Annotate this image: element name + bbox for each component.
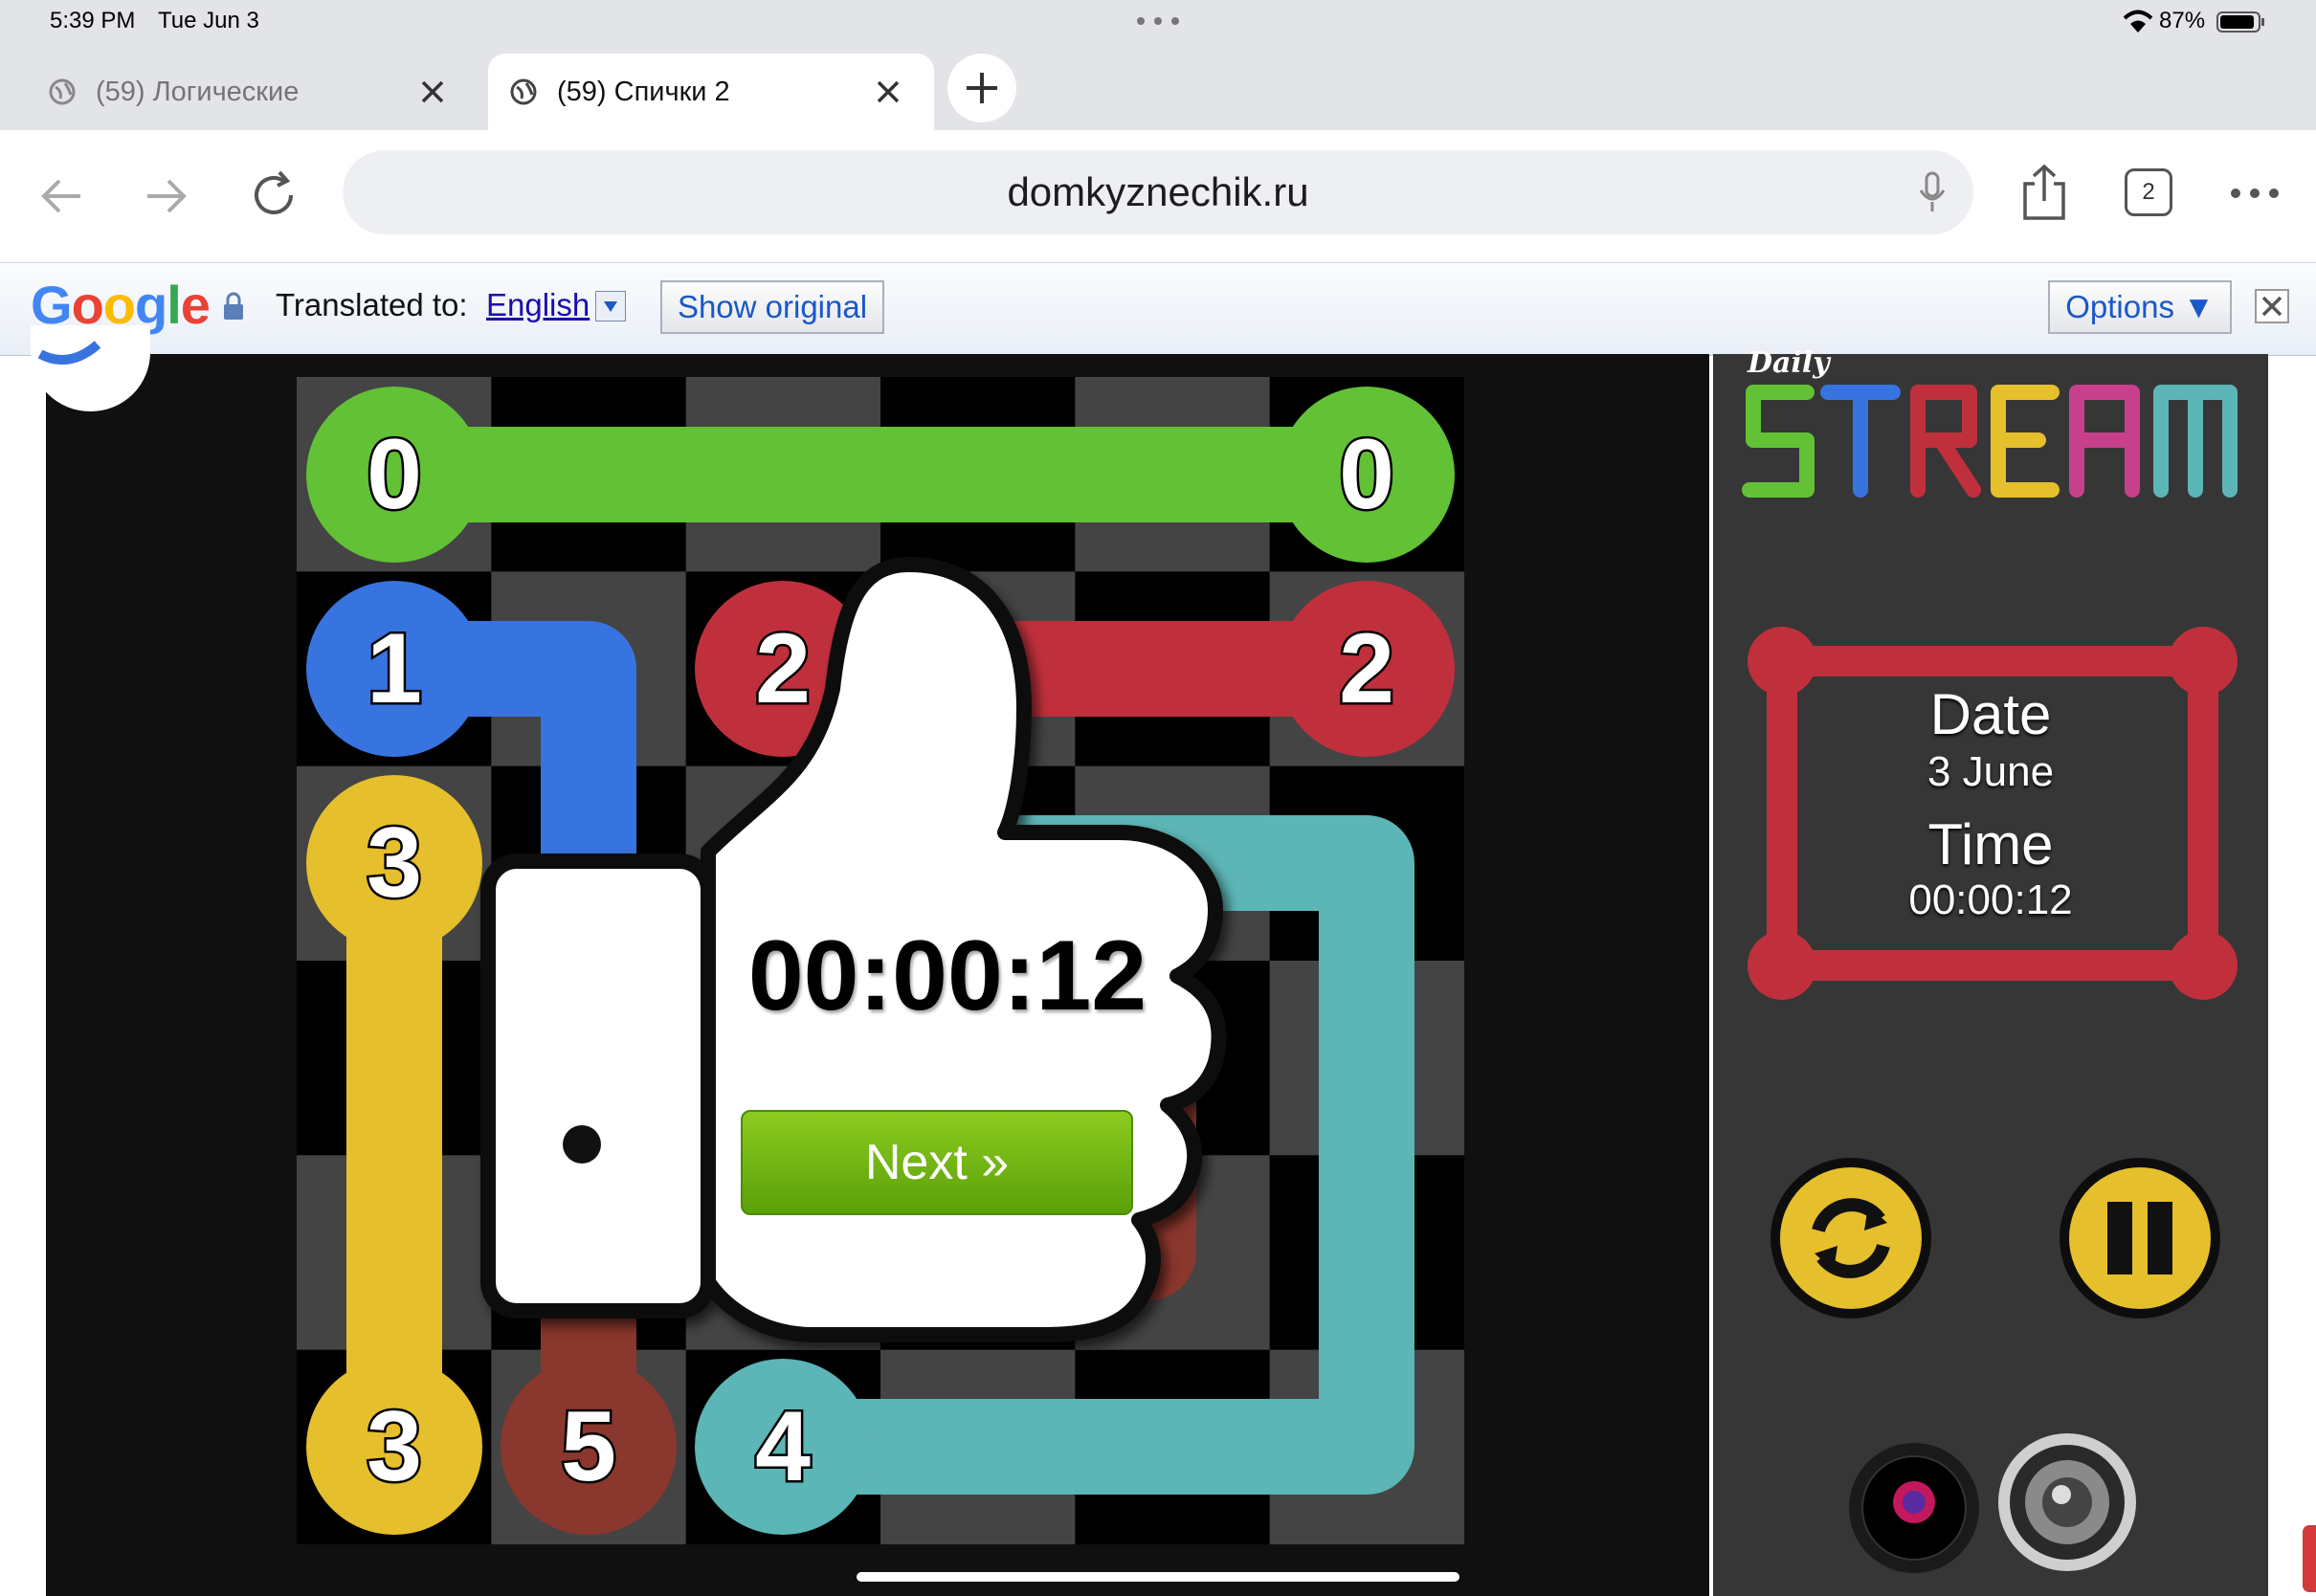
stream-logo: [1740, 379, 2247, 503]
record-icon[interactable]: [1847, 1441, 1981, 1575]
side-tab[interactable]: [2303, 1525, 2316, 1592]
time-label: Time: [1927, 812, 2054, 876]
endpoint-red-right[interactable]: 2: [1279, 581, 1455, 757]
url-text: domkyznechik.ru: [1007, 169, 1309, 214]
status-time: 5:39 PM: [50, 8, 136, 33]
close-translate-icon[interactable]: [2255, 289, 2289, 323]
lock-icon: [222, 291, 245, 321]
logo-daily: Daily: [1748, 346, 1830, 380]
svg-text:1: 1: [367, 613, 422, 724]
tab-spichki[interactable]: (59) Спички 2: [488, 54, 934, 130]
microphone-icon[interactable]: [1918, 169, 1947, 215]
new-tab-button[interactable]: [947, 54, 1016, 122]
more-menu-icon[interactable]: [2226, 184, 2283, 203]
speaker-icon[interactable]: [1996, 1431, 2138, 1573]
battery-percent: 87%: [2159, 8, 2206, 33]
globe-icon: [49, 78, 76, 105]
forward-arrow-icon[interactable]: [140, 172, 193, 220]
show-original-button[interactable]: Show original: [660, 280, 884, 334]
endpoint-teal[interactable]: 4: [695, 1359, 871, 1535]
date-label: Date: [1929, 682, 2052, 746]
home-indicator: [857, 1572, 1459, 1582]
translated-to-label: Translated to:: [276, 287, 468, 322]
multitask-dots-icon[interactable]: [1129, 11, 1187, 31]
options-button[interactable]: Options ▼: [2048, 280, 2232, 334]
svg-text:3: 3: [367, 1391, 422, 1502]
endpoint-green-left[interactable]: 0: [306, 387, 482, 563]
svg-text:2: 2: [1339, 613, 1394, 724]
endpoint-green-right[interactable]: 0: [1279, 387, 1455, 563]
svg-text:5: 5: [561, 1391, 616, 1502]
time-value: 00:00:12: [1908, 876, 2073, 923]
close-tab-icon[interactable]: [871, 75, 905, 109]
svg-text:4: 4: [755, 1391, 811, 1502]
tab-title: (59) Спички 2: [557, 76, 730, 107]
back-arrow-icon[interactable]: [34, 172, 88, 220]
close-tab-icon[interactable]: [415, 75, 450, 109]
svg-text:3: 3: [367, 808, 422, 919]
endpoint-brown[interactable]: 5: [501, 1359, 677, 1535]
svg-text:0: 0: [1339, 419, 1394, 530]
restart-icon[interactable]: [1769, 1156, 1933, 1320]
completion-timer: 00:00:12: [747, 920, 1147, 1031]
next-button[interactable]: Next »: [741, 1110, 1133, 1215]
language-dropdown-icon[interactable]: [595, 291, 626, 321]
tab-title: (59) Логические: [96, 76, 300, 107]
plus-icon: [967, 73, 997, 103]
endpoint-yellow-bottom[interactable]: 3: [306, 1359, 482, 1535]
share-icon[interactable]: [2019, 163, 2069, 222]
status-date: Tue Jun 3: [158, 8, 259, 33]
tab-count-button[interactable]: 2: [2125, 168, 2172, 216]
date-value: 3 June: [1926, 748, 2055, 795]
tab-logicheskie[interactable]: (59) Логические: [0, 54, 479, 130]
reload-icon[interactable]: [245, 166, 302, 224]
globe-icon: [510, 78, 537, 105]
wifi-icon: [2121, 8, 2155, 34]
address-bar[interactable]: domkyznechik.ru: [343, 150, 1973, 234]
battery-icon: [2216, 10, 2266, 34]
language-link[interactable]: English: [486, 287, 590, 323]
pause-icon[interactable]: [2058, 1156, 2222, 1320]
svg-text:0: 0: [367, 419, 422, 530]
